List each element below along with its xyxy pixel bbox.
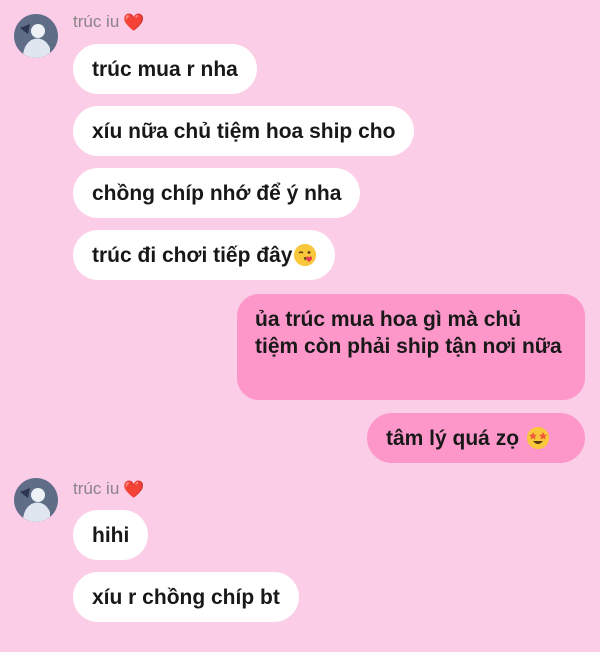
outgoing-message[interactable]: ủa trúc mua hoa gì mà chủ tiệm còn phải … bbox=[237, 294, 585, 400]
incoming-message[interactable]: xíu r chồng chíp bt bbox=[73, 572, 299, 622]
sender-name: trúc iu ❤️ bbox=[73, 12, 144, 32]
outgoing-message[interactable]: tâm lý quá zọ bbox=[367, 413, 585, 463]
incoming-message[interactable]: trúc đi chơi tiếp đây bbox=[73, 230, 336, 280]
sender-label: trúc iu bbox=[73, 479, 120, 498]
chat-thread: trúc iu ❤️ trúc mua r nha xíu nữa chủ ti… bbox=[0, 0, 600, 652]
heart-icon: ❤️ bbox=[123, 12, 145, 32]
message-text: xíu nữa chủ tiệm hoa ship cho bbox=[92, 119, 396, 143]
message-text: hihi bbox=[92, 523, 130, 547]
incoming-message[interactable]: trúc mua r nha bbox=[73, 44, 257, 94]
message-text: tâm lý quá zọ bbox=[386, 426, 520, 450]
avatar[interactable] bbox=[14, 478, 58, 522]
avatar[interactable] bbox=[14, 14, 58, 58]
message-text: trúc mua r nha bbox=[92, 57, 238, 81]
message-text: trúc đi chơi tiếp đây bbox=[92, 243, 293, 267]
message-text: chồng chíp nhớ để ý nha bbox=[92, 181, 342, 205]
incoming-message[interactable]: xíu nữa chủ tiệm hoa ship cho bbox=[73, 106, 415, 156]
star-struck-icon bbox=[527, 427, 550, 449]
sender-name: trúc iu ❤️ bbox=[73, 479, 144, 499]
message-text: xíu r chồng chíp bt bbox=[92, 585, 280, 609]
avatar-image bbox=[14, 478, 58, 522]
avatar-image bbox=[14, 14, 58, 58]
incoming-message[interactable]: chồng chíp nhớ để ý nha bbox=[73, 168, 361, 218]
heart-icon: ❤️ bbox=[123, 479, 145, 499]
face-blowing-kiss-icon bbox=[294, 244, 317, 266]
incoming-message[interactable]: hihi bbox=[73, 510, 149, 560]
sender-label: trúc iu bbox=[73, 12, 120, 31]
message-text: ủa trúc mua hoa gì mà chủ tiệm còn phải … bbox=[255, 308, 562, 358]
